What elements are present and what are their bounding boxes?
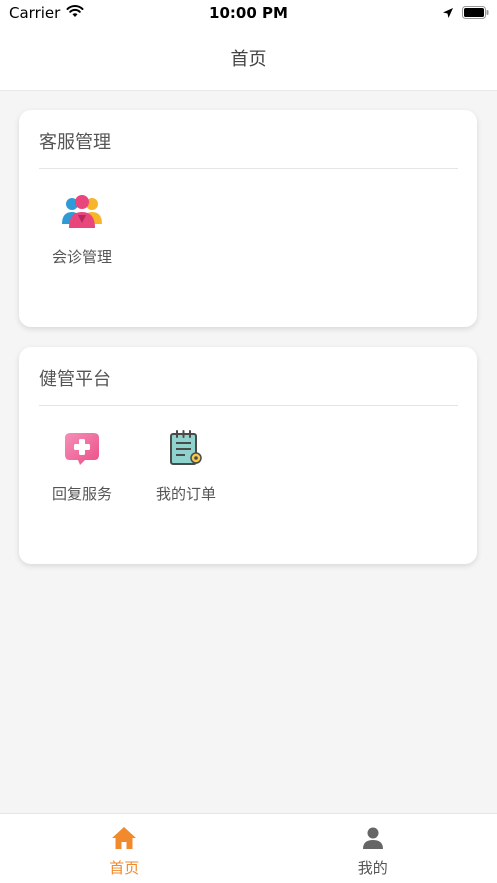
section-items: 会诊管理 (49, 190, 115, 267)
section-title: 客服管理 (39, 132, 111, 153)
status-bar: 10:00 PM Carrier (0, 0, 497, 26)
wifi-icon (66, 4, 84, 22)
location-arrow-icon (442, 5, 454, 23)
tab-bar: 首页 我的 (0, 813, 497, 883)
grid-item-label: 回复服务 (51, 485, 112, 503)
user-icon (361, 826, 385, 854)
section-header: 健管平台 (39, 365, 458, 406)
tab-label: 我的 (357, 859, 388, 877)
home-icon (111, 826, 137, 854)
status-left: Carrier (9, 4, 84, 22)
section-items: 回复服务 我的订单 (49, 427, 219, 504)
section-card-health-platform: 健管平台 回复服务 我的订单 (19, 347, 477, 564)
nav-bar: 首页 (0, 26, 497, 91)
screen: 10:00 PM Carrier 首页 客服管理 会诊管理 健管平台 回复服务 … (0, 0, 497, 883)
grid-item-label: 我的订单 (155, 485, 216, 503)
tab-home[interactable]: 首页 (0, 814, 249, 883)
section-card-customer-service: 客服管理 会诊管理 (19, 110, 477, 327)
section-title: 健管平台 (39, 369, 111, 390)
reply-service-button[interactable]: 回复服务 (49, 427, 115, 504)
medical-chat-icon (60, 427, 104, 471)
order-clipboard-icon (164, 427, 208, 471)
group-consultation-icon (60, 190, 104, 234)
my-orders-button[interactable]: 我的订单 (153, 427, 219, 504)
tab-mine[interactable]: 我的 (249, 814, 497, 883)
carrier-label: Carrier (9, 4, 61, 22)
tab-label: 首页 (109, 859, 140, 877)
battery-icon (462, 5, 489, 23)
consultation-management-button[interactable]: 会诊管理 (49, 190, 115, 267)
status-right (442, 5, 489, 23)
grid-item-label: 会诊管理 (51, 248, 112, 266)
page-title: 首页 (230, 49, 267, 70)
section-header: 客服管理 (39, 128, 458, 169)
